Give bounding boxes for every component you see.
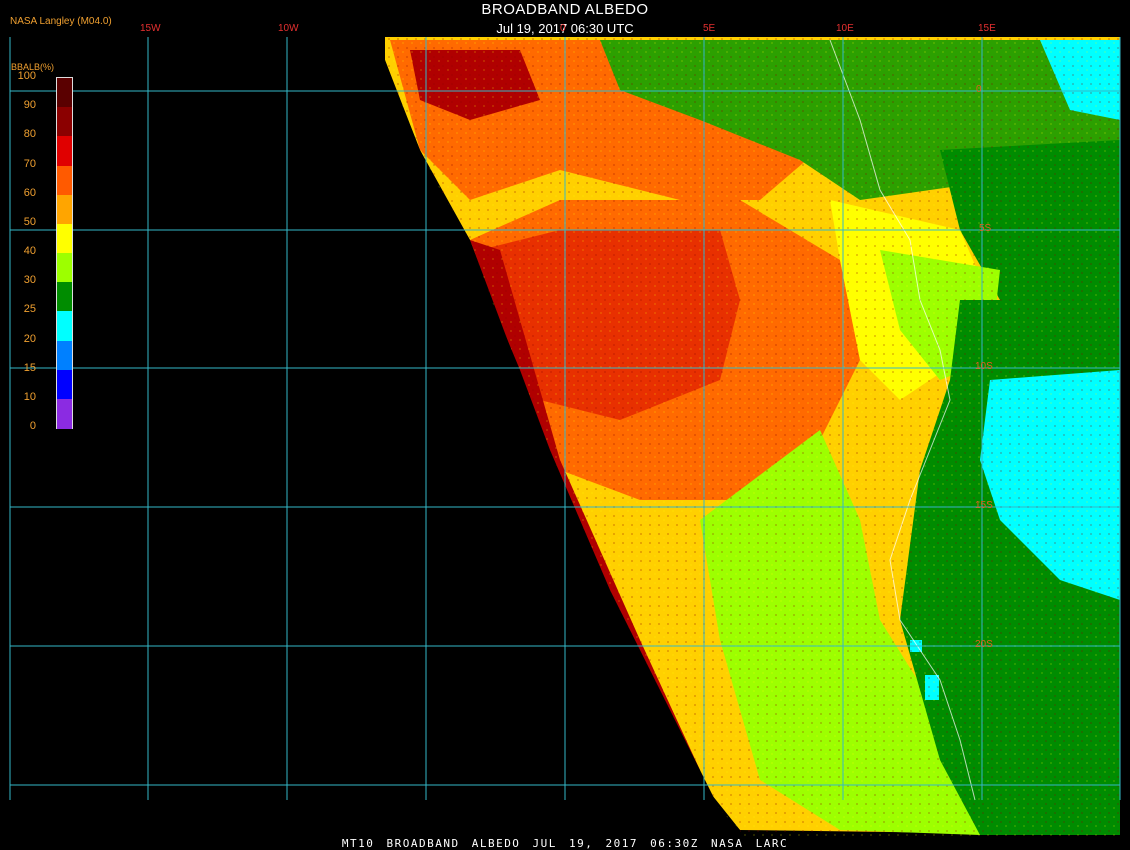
legend-tick-label: 30 <box>23 274 36 287</box>
legend-tick-label: 0 <box>29 420 36 432</box>
data-swath <box>0 37 1120 850</box>
legend-tick-label: 60 <box>23 186 36 199</box>
color-legend-bar <box>56 77 73 429</box>
legend-swatch <box>57 223 72 254</box>
legend-swatch <box>57 369 72 400</box>
legend-swatch <box>57 311 72 342</box>
legend-tick-label: 25 <box>23 303 36 316</box>
legend-tick-label: 15 <box>23 361 36 374</box>
map-title: BROADBAND ALBEDO <box>481 1 649 18</box>
lat-label-15s: 15S <box>975 500 993 511</box>
lon-label-10e: 10E <box>836 23 854 34</box>
lon-label-15w: 15W <box>140 23 161 34</box>
lon-label-10w: 10W <box>278 23 299 34</box>
legend-tick-label: 50 <box>23 215 36 228</box>
legend-swatch <box>57 107 72 138</box>
lat-label-20s: 20S <box>975 639 993 650</box>
legend-tick-label: 40 <box>23 245 36 257</box>
legend-tick-label: 20 <box>23 332 36 345</box>
legend-swatch <box>57 282 72 313</box>
legend-swatch <box>57 165 72 196</box>
lat-label-0: 0 <box>976 84 982 95</box>
lon-label-0: 0 <box>560 23 566 34</box>
legend-tick-label: 90 <box>23 99 36 112</box>
legend-tick-label: 80 <box>23 128 36 141</box>
legend-swatch <box>57 136 72 167</box>
lon-label-5e: 5E <box>703 23 716 34</box>
credit-label: NASA Langley (M04.0) <box>10 16 112 27</box>
legend-tick-label: 100 <box>17 70 36 82</box>
footer-caption: MT10 BROADBAND ALBEDO JUL 19, 2017 06:30… <box>341 837 789 850</box>
legend-swatch <box>57 78 72 108</box>
lat-label-10s: 10S <box>975 361 993 372</box>
legend-tick-label: 10 <box>23 390 36 403</box>
lat-label-5s: 5S <box>979 223 992 234</box>
legend-swatch <box>57 398 72 429</box>
legend-swatch <box>57 340 72 371</box>
lon-label-15e: 15E <box>978 23 996 34</box>
albedo-map <box>0 0 1130 850</box>
legend-swatch <box>57 253 72 283</box>
legend-tick-label: 70 <box>23 157 36 170</box>
legend-swatch <box>57 194 72 225</box>
